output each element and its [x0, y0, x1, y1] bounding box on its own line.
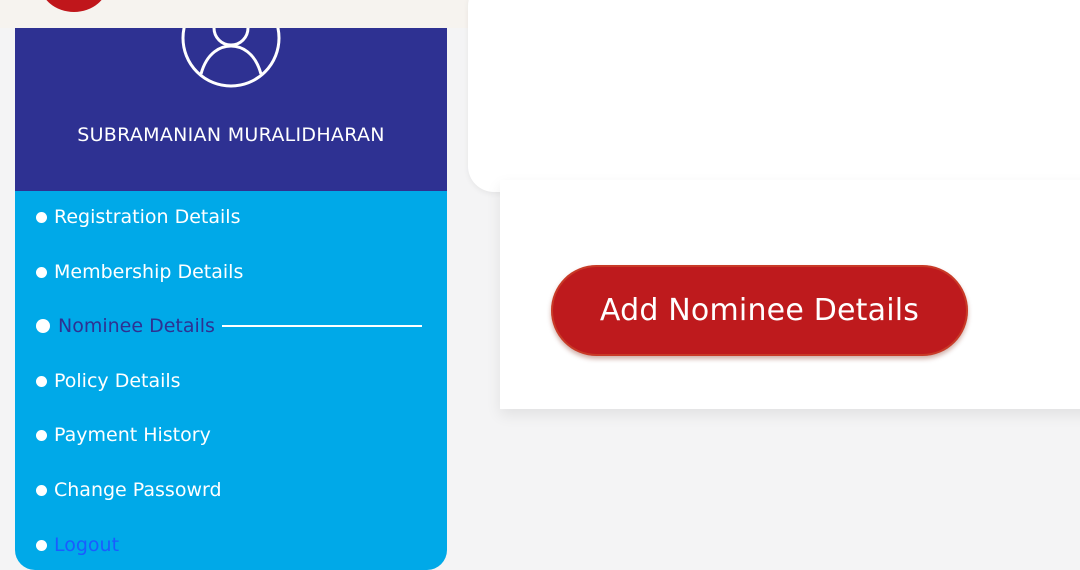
top-content-card: [468, 0, 1080, 192]
sidebar-item-label: Change Passowrd: [54, 479, 222, 501]
add-nominee-button[interactable]: Add Nominee Details: [551, 265, 968, 356]
sidebar-item-policy-details[interactable]: Policy Details: [36, 366, 181, 396]
user-icon: [181, 28, 281, 88]
sidebar-item-change-password[interactable]: Change Passowrd: [36, 475, 222, 505]
sidebar: SUBRAMANIAN MURALIDHARAN Registration De…: [15, 28, 447, 570]
bullet-icon: [36, 375, 47, 387]
sidebar-item-label: Registration Details: [54, 206, 241, 228]
bullet-icon: [36, 211, 47, 223]
active-indicator-line: [221, 325, 422, 327]
bullet-icon: [36, 429, 47, 441]
sidebar-item-label: Membership Details: [54, 261, 244, 283]
bullet-icon: [36, 319, 50, 333]
profile-name: SUBRAMANIAN MURALIDHARAN: [77, 124, 385, 146]
sidebar-item-registration-details[interactable]: Registration Details: [36, 202, 240, 232]
sidebar-item-nominee-details[interactable]: Nominee Details: [36, 311, 422, 341]
sidebar-item-membership-details[interactable]: Membership Details: [36, 257, 243, 287]
top-header-strip: [0, 0, 493, 28]
sidebar-item-label: Policy Details: [54, 370, 181, 392]
sidebar-item-label: Payment History: [54, 424, 211, 446]
bullet-icon: [36, 484, 47, 496]
brand-logo[interactable]: [40, 0, 108, 12]
bullet-icon: [36, 539, 47, 551]
nominee-panel: Add Nominee Details: [500, 180, 1080, 409]
profile-card: SUBRAMANIAN MURALIDHARAN: [15, 28, 447, 191]
sidebar-item-logout[interactable]: Logout: [36, 530, 119, 560]
sidebar-item-label: Nominee Details: [58, 315, 215, 337]
sidebar-item-label: Logout: [54, 534, 120, 556]
sidebar-item-payment-history[interactable]: Payment History: [36, 420, 211, 450]
bullet-icon: [36, 266, 47, 278]
